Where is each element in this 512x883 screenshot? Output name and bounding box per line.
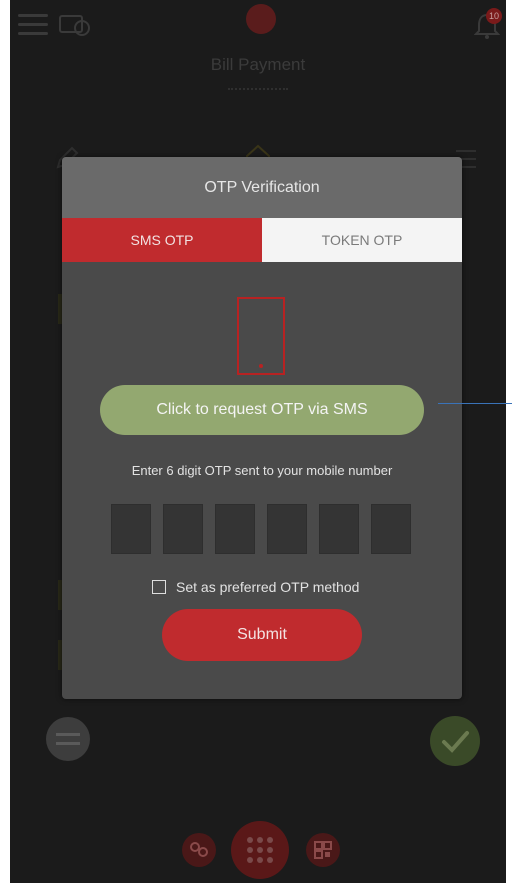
apps-button[interactable] xyxy=(231,821,289,879)
contacts-icon xyxy=(190,842,208,857)
preferred-otp-label: Set as preferred OTP method xyxy=(176,579,360,595)
bank-logo xyxy=(246,4,276,34)
back-button[interactable] xyxy=(46,717,90,761)
dialog-title: OTP Verification xyxy=(62,157,462,218)
otp-input-group xyxy=(111,504,413,554)
check-icon xyxy=(442,731,469,753)
phone-icon xyxy=(237,297,285,375)
otp-instruction: Enter 6 digit OTP sent to your mobile nu… xyxy=(131,463,393,478)
otp-digit-input[interactable] xyxy=(163,504,203,554)
otp-verification-dialog: OTP Verification SMS OTP TOKEN OTP Click… xyxy=(62,157,462,699)
annotation-line xyxy=(438,403,512,404)
submit-button[interactable]: Submit xyxy=(162,609,362,661)
title-underline xyxy=(228,88,288,90)
tab-token-otp[interactable]: TOKEN OTP xyxy=(262,218,462,262)
page-title: Bill Payment xyxy=(210,55,306,74)
top-bar: Bill Payment 10 xyxy=(10,0,506,120)
otp-digit-input[interactable] xyxy=(111,504,151,554)
otp-digit-input[interactable] xyxy=(371,504,411,554)
qr-button[interactable] xyxy=(306,833,340,867)
back-icon xyxy=(56,733,80,745)
request-otp-button[interactable]: Click to request OTP via SMS xyxy=(100,385,424,435)
preferred-otp-checkbox[interactable] xyxy=(152,580,166,594)
otp-digit-input[interactable] xyxy=(319,504,359,554)
otp-digit-input[interactable] xyxy=(267,504,307,554)
apps-grid-icon xyxy=(247,837,273,863)
confirm-button[interactable] xyxy=(430,716,480,766)
menu-icon[interactable] xyxy=(18,14,48,36)
qr-icon xyxy=(314,841,332,859)
bill-icon[interactable] xyxy=(58,12,92,38)
tab-sms-otp[interactable]: SMS OTP xyxy=(62,218,262,262)
otp-digit-input[interactable] xyxy=(215,504,255,554)
contacts-button[interactable] xyxy=(182,833,216,867)
bottom-nav xyxy=(10,815,506,883)
notification-badge: 10 xyxy=(486,8,502,24)
